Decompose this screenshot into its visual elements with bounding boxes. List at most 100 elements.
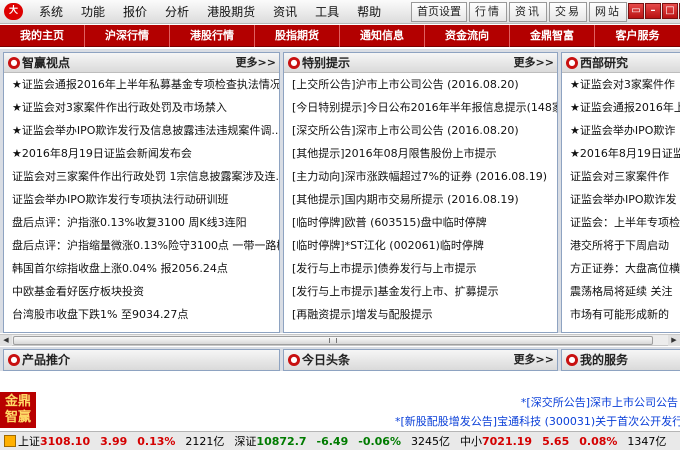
list-item[interactable]: [临时停牌]*ST江化 (002061)临时停牌 [292,234,557,257]
scrollbar-thumb[interactable] [13,336,653,345]
main-menu: 系统 功能 报价 分析 港股期货 资讯 工具 帮助 [39,0,399,24]
menu-tools[interactable]: 工具 [315,0,339,24]
panel-special-notice: ● 特别提示 更多>> [上交所公告]沪市上市公司公告 (2016.08.20)… [283,52,558,333]
scroll-right-icon[interactable]: ▶ [668,335,680,346]
news-button[interactable]: 资讯 [509,2,547,22]
status-bar: 上证 3108.10 3.99 0.13% 2121亿 深证 10872.7 -… [0,431,680,450]
list-item[interactable]: [临时停牌]欧普 (603515)盘中临时停牌 [292,211,557,234]
list-item[interactable]: [上交所公告]沪市上市公司公告 (2016.08.20) [292,73,557,96]
list-item[interactable]: 盘后点评：沪指缩量微涨0.13%险守3100点 一带一路概... [12,234,279,257]
panel-title: 产品推介 [22,353,71,367]
list-item[interactable]: 证监会：上半年专项检 [570,211,680,234]
horizontal-scrollbar[interactable]: ◀ ▶ [0,334,680,346]
homepage-settings-button[interactable]: 首页设置 [411,2,467,22]
zx-pct: 0.08% [579,434,618,448]
panel-headlines: ● 今日头条 更多>> [283,349,558,371]
menu-system[interactable]: 系统 [39,0,63,24]
list-item[interactable]: ★证监会对3家案件作 [570,73,680,96]
tab-fund-flow[interactable]: 资金流向 [425,25,510,47]
quotes-button[interactable]: 行情 [469,2,507,22]
ticker-line-1[interactable]: *[深交所公告]深市上市公司公告 [521,394,678,410]
list-item[interactable]: 台湾股市收盘下跌1% 至9034.27点 [12,303,279,326]
list-item[interactable]: ★证监会举办IPO欺诈发行及信息披露违法违规案件调... [12,119,279,142]
list-item[interactable]: [其他提示]国内期市交易所提示 (2016.08.19) [292,188,557,211]
sz-amount: 3245亿 [410,435,450,448]
list-item[interactable]: ★2016年8月19日证监会 [570,142,680,165]
menu-quotes[interactable]: 报价 [123,0,147,24]
tab-customer-service[interactable]: 客户服务 [595,25,680,47]
list-item[interactable]: 盘后点评：沪指涨0.13%收复3100 周K线3连阳 [12,211,279,234]
bullet-icon: ● [566,57,578,69]
tab-notices[interactable]: 通知信息 [340,25,425,47]
list-item[interactable]: [主力动向]深市涨跌幅超过7%的证券 (2016.08.19) [292,165,557,188]
panel-my-services: ● 我的服务 [561,349,680,371]
list-item[interactable]: [再融资提示]增发与配股提示 [292,303,557,326]
panel-product-promo: ● 产品推介 [3,349,280,371]
news-list: ★证监会对3家案件作 ★证监会通报2016年上 ★证监会举办IPO欺诈 ★201… [562,73,680,326]
list-item[interactable]: 证监会对三家案件作 [570,165,680,188]
list-item[interactable]: 证监会举办IPO欺诈发 [570,188,680,211]
trade-button[interactable]: 交易 [549,2,587,22]
window-controls: ▭ – □ ✕ [627,3,680,19]
tab-shsz-quotes[interactable]: 沪深行情 [85,25,170,47]
list-item[interactable]: ★证监会对3家案件作出行政处罚及市场禁入 [12,96,279,119]
maximize-icon[interactable]: □ [662,3,678,19]
list-item[interactable]: 证监会对三家案件作出行政处罚 1宗信息披露案涉及连... [12,165,279,188]
bullet-icon: ● [288,354,300,366]
list-item[interactable]: ★证监会通报2016年上 [570,96,680,119]
list-item[interactable]: 市场有可能形成新的 [570,303,680,326]
panel-title: 我的服务 [580,353,629,367]
app-logo-icon: 大 [4,3,23,20]
list-item[interactable]: [其他提示]2016年08月限售股份上市提示 [292,142,557,165]
panel-header: ● 智赢视点 更多>> [4,53,279,73]
zx-amount: 1347亿 [627,435,667,448]
sh-label: 上证 [18,435,40,448]
menu-functions[interactable]: 功能 [81,0,105,24]
panels-row-2: ● 产品推介 ● 今日头条 更多>> ● 我的服务 [0,347,680,371]
restore-icon[interactable]: ▭ [628,3,644,19]
minimize-icon[interactable]: – [645,3,661,19]
grip-icon [329,338,337,343]
panel-title: 智赢视点 [22,56,71,70]
bullet-icon: ● [566,354,578,366]
more-link[interactable]: 更多>> [514,53,554,73]
scroll-left-icon[interactable]: ◀ [0,335,12,346]
panel-header: ● 特别提示 更多>> [284,53,557,73]
bullet-icon: ● [8,57,20,69]
list-item[interactable]: [今日特别提示]今日公布2016年半年报信息提示(148家) [292,96,557,119]
news-list: ★证监会通报2016年上半年私募基金专项检查执法情况 ★证监会对3家案件作出行政… [4,73,279,326]
list-item[interactable]: [深交所公告]深市上市公司公告 (2016.08.20) [292,119,557,142]
panels-area: ● 智赢视点 更多>> ★证监会通报2016年上半年私募基金专项检查执法情况 ★… [0,49,680,333]
website-button[interactable]: 网站 [589,2,627,22]
nav-bar: 我的主页 沪深行情 港股行情 股指期货 通知信息 资金流向 金鼎智富 客户服务 [0,25,680,47]
list-item[interactable]: ★2016年8月19日证监会新闻发布会 [12,142,279,165]
list-item[interactable]: [发行与上市提示]基金发行上市、扩募提示 [292,280,557,303]
list-item[interactable]: [发行与上市提示]债券发行与上市提示 [292,257,557,280]
list-item[interactable]: 港交所将于下周启动 [570,234,680,257]
menu-hk-futures[interactable]: 港股期货 [207,0,255,24]
list-item[interactable]: 中欧基金看好医疗板块投资 [12,280,279,303]
bullet-icon: ● [288,57,300,69]
sz-pct: -0.06% [358,434,401,448]
quick-buttons: 首页设置 行情 资讯 交易 网站 [411,2,629,22]
zx-value: 7021.19 [481,434,533,448]
tab-my-homepage[interactable]: 我的主页 [0,25,85,47]
tab-index-futures[interactable]: 股指期货 [255,25,340,47]
list-item[interactable]: 韩国首尔综指收盘上涨0.04% 报2056.24点 [12,257,279,280]
panel-title: 西部研究 [580,56,629,70]
list-item[interactable]: 方正证券：大盘高位横 [570,257,680,280]
menu-news[interactable]: 资讯 [273,0,297,24]
tab-hk-quotes[interactable]: 港股行情 [170,25,255,47]
list-item[interactable]: 证监会举办IPO欺诈发行专项执法行动研训班 [12,188,279,211]
jinding-brand-logo[interactable]: 金鼎 智赢 [0,392,36,428]
more-link[interactable]: 更多>> [514,350,554,370]
ticker-line-2[interactable]: *[新股配股增发公告]宝通科技 (300031)关于首次公开发行股票 [395,413,680,429]
list-item[interactable]: ★证监会举办IPO欺诈 [570,119,680,142]
list-item[interactable]: ★证监会通报2016年上半年私募基金专项检查执法情况 [12,73,279,96]
brand-line-1: 金鼎 [4,394,31,409]
tab-jinding-zhifu[interactable]: 金鼎智富 [510,25,595,47]
list-item[interactable]: 震荡格局将延续 关注 [570,280,680,303]
menu-analysis[interactable]: 分析 [165,0,189,24]
more-link[interactable]: 更多>> [236,53,276,73]
menu-help[interactable]: 帮助 [357,0,381,24]
